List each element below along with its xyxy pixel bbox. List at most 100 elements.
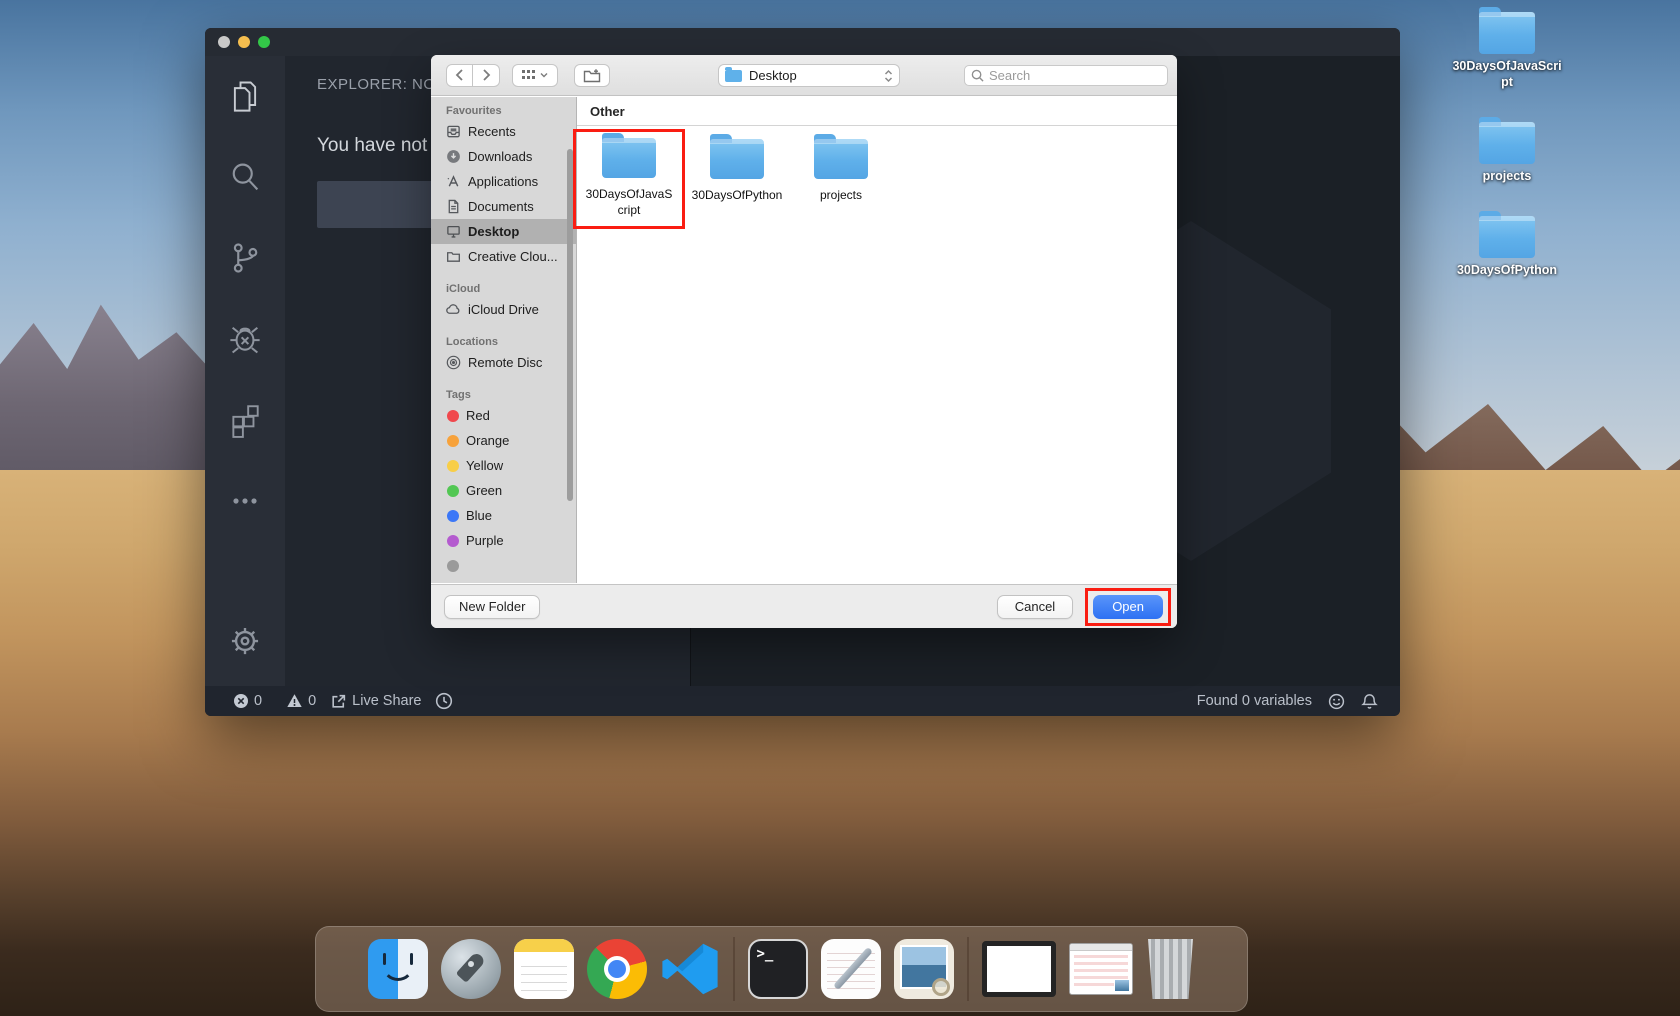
close-window-button[interactable] — [218, 36, 230, 48]
sidebar-tag-purple[interactable]: Purple — [431, 528, 576, 553]
finder-open-dialog: Desktop Search Favourites Recents — [431, 55, 1177, 628]
desktop-icon-30daysofjavascript[interactable]: 30DaysOfJavaScript — [1452, 12, 1562, 90]
sidebar-item-label: Remote Disc — [468, 355, 542, 370]
notes-dock-icon[interactable] — [514, 939, 574, 999]
finder-smile — [382, 961, 414, 981]
live-share-status[interactable]: Live Share — [330, 693, 421, 710]
sidebar-item-creative-cloud[interactable]: Creative Clou... — [431, 244, 576, 269]
terminal-dock-icon[interactable]: >_ — [748, 939, 808, 999]
dock-separator — [967, 937, 969, 1001]
location-dropdown[interactable]: Desktop — [718, 64, 900, 87]
errors-count: 0 — [254, 693, 262, 709]
desktop-icon-label: projects — [1483, 169, 1532, 185]
clock-status[interactable] — [435, 692, 453, 710]
new-folder-tool-button[interactable] — [574, 64, 610, 87]
annotation-box-folder: 30DaysOfJavaScript — [573, 129, 685, 229]
more-actions-icon[interactable] — [226, 482, 264, 520]
folder-icon — [1479, 216, 1535, 258]
sidebar-tag-yellow[interactable]: Yellow — [431, 453, 576, 478]
problems-status[interactable]: 0 0 — [233, 693, 316, 709]
minimize-window-button[interactable] — [238, 36, 250, 48]
sidebar-item-label: Red — [466, 408, 490, 423]
dialog-file-list: Other 30DaysOfJavaScript 30DaysOfPython … — [577, 97, 1177, 583]
sidebar-tag-partial[interactable] — [431, 553, 576, 578]
folder-icon — [1479, 122, 1535, 164]
back-button[interactable] — [446, 64, 473, 87]
sidebar-item-label: Documents — [468, 199, 534, 214]
explorer-icon[interactable] — [226, 77, 264, 115]
sidebar-item-applications[interactable]: Applications — [431, 169, 576, 194]
file-item-30daysofpython[interactable]: 30DaysOfPython — [685, 139, 789, 204]
sidebar-item-label: Desktop — [468, 224, 519, 239]
folder-icon — [1479, 12, 1535, 54]
errors-icon — [233, 693, 249, 709]
search-placeholder: Search — [989, 68, 1030, 83]
sidebar-item-icloud-drive[interactable]: iCloud Drive — [431, 297, 576, 322]
vscode-dock-icon[interactable] — [660, 939, 720, 999]
window-controls — [218, 36, 270, 48]
sidebar-item-remote-disc[interactable]: Remote Disc — [431, 350, 576, 375]
warnings-icon — [286, 693, 303, 709]
sidebar-item-label: Downloads — [468, 149, 532, 164]
trash-dock-icon[interactable] — [1146, 939, 1196, 999]
sidebar-tag-orange[interactable]: Orange — [431, 428, 576, 453]
file-item-projects[interactable]: projects — [789, 139, 893, 204]
magnifier-icon — [932, 978, 950, 996]
new-folder-button[interactable]: New Folder — [444, 595, 540, 619]
desktop-root: { "desktop": { "icons": [ { "label": "30… — [0, 0, 1680, 1016]
folder-icon — [725, 70, 742, 82]
file-item-30daysofjavascript[interactable]: 30DaysOfJavaScript — [579, 138, 679, 218]
sidebar-item-label: Purple — [466, 533, 504, 548]
applications-icon — [445, 174, 461, 190]
source-control-icon[interactable] — [226, 239, 264, 277]
search-icon[interactable] — [226, 158, 264, 196]
file-item-label: 30DaysOfJavaScript — [579, 187, 679, 218]
dialog-footer: New Folder Cancel Open — [431, 584, 1177, 628]
extensions-icon[interactable] — [226, 401, 264, 439]
settings-gear-icon[interactable] — [226, 622, 264, 660]
sidebar-tag-blue[interactable]: Blue — [431, 503, 576, 528]
dock-separator — [733, 937, 735, 1001]
sidebar-item-label: Blue — [466, 508, 492, 523]
sidebar-item-documents[interactable]: Documents — [431, 194, 576, 219]
file-item-label: 30DaysOfPython — [688, 188, 787, 204]
found-variables-status: Found 0 variables — [1197, 693, 1312, 709]
sidebar-item-downloads[interactable]: Downloads — [431, 144, 576, 169]
file-item-label: projects — [816, 188, 866, 204]
downloads-icon — [445, 149, 461, 165]
yellow-tag-dot — [447, 460, 459, 472]
dock: >_ — [315, 926, 1248, 1012]
minimized-window-1[interactable] — [982, 941, 1056, 997]
sidebar-tag-green[interactable]: Green — [431, 478, 576, 503]
disc-icon — [445, 355, 461, 371]
sidebar-item-desktop[interactable]: Desktop — [431, 219, 576, 244]
chrome-dock-icon[interactable] — [587, 939, 647, 999]
sidebar-tag-red[interactable]: Red — [431, 403, 576, 428]
sidebar-item-recents[interactable]: Recents — [431, 119, 576, 144]
debug-icon[interactable] — [226, 320, 264, 358]
sidebar-section-locations: Locations — [446, 336, 576, 348]
forward-button[interactable] — [473, 64, 500, 87]
vscode-titlebar[interactable] — [205, 28, 1400, 56]
textedit-dock-icon[interactable] — [821, 939, 881, 999]
search-input[interactable]: Search — [964, 65, 1168, 86]
minimized-window-2[interactable] — [1069, 943, 1133, 995]
desktop-icon-projects[interactable]: projects — [1452, 122, 1562, 185]
view-options-button[interactable] — [512, 64, 558, 87]
feedback-smiley-icon[interactable] — [1328, 693, 1345, 710]
cancel-button[interactable]: Cancel — [997, 595, 1073, 619]
gray-tag-dot — [447, 560, 459, 572]
sidebar-item-label: Applications — [468, 174, 538, 189]
desktop-icon-30daysofpython[interactable]: 30DaysOfPython — [1452, 216, 1562, 279]
dialog-sidebar: Favourites Recents Downloads — [431, 97, 577, 583]
zoom-window-button[interactable] — [258, 36, 270, 48]
folder-icon — [710, 139, 764, 179]
launchpad-dock-icon[interactable] — [441, 939, 501, 999]
finder-dock-icon[interactable] — [368, 939, 428, 999]
preview-dock-icon[interactable] — [894, 939, 954, 999]
notifications-bell-icon[interactable] — [1361, 693, 1378, 710]
open-button[interactable]: Open — [1093, 595, 1163, 619]
desktop-icon-label: 30DaysOfJavaScript — [1452, 59, 1562, 90]
purple-tag-dot — [447, 535, 459, 547]
vscode-activity-bar — [205, 56, 285, 686]
